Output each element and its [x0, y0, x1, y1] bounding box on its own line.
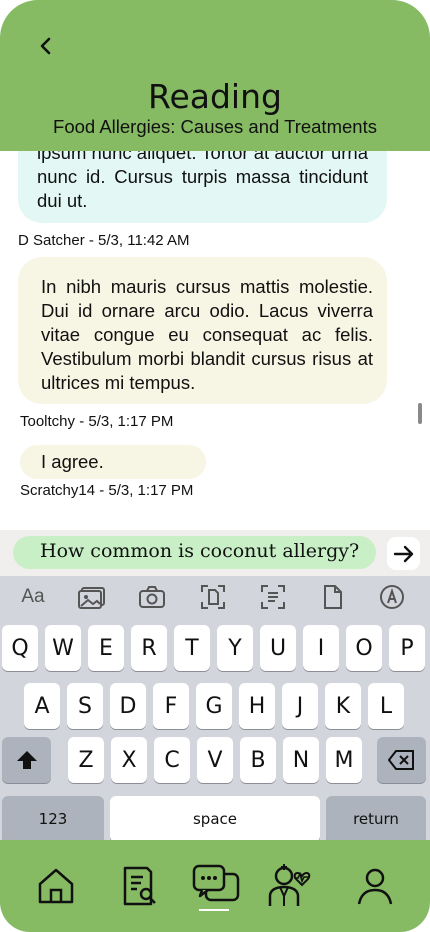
backspace-icon [387, 750, 414, 770]
back-button[interactable] [34, 34, 58, 58]
home-icon [38, 868, 74, 904]
key-z[interactable]: Z [68, 737, 104, 783]
message-bubble: ipsum nunc aliquet. Tortor at auctor urn… [18, 151, 387, 223]
arrow-right-icon [393, 545, 413, 562]
delete-key[interactable] [377, 737, 426, 783]
file-icon[interactable] [318, 584, 348, 610]
shift-icon [16, 751, 37, 769]
page-title: Reading [148, 77, 282, 116]
key-l[interactable]: L [368, 683, 404, 729]
markup-icon[interactable] [377, 584, 407, 610]
key-k[interactable]: K [325, 683, 361, 729]
key-i[interactable]: I [303, 625, 339, 671]
key-r[interactable]: R [131, 625, 167, 671]
shift-key[interactable] [2, 737, 51, 783]
tab-discussion[interactable] [192, 862, 240, 910]
message-bubble: I agree. [20, 445, 206, 479]
chat-thread[interactable]: ipsum nunc aliquet. Tortor at auctor urn… [0, 151, 430, 530]
key-f[interactable]: F [153, 683, 189, 729]
key-s[interactable]: S [67, 683, 103, 729]
tab-home[interactable] [32, 862, 80, 910]
key-e[interactable]: E [88, 625, 124, 671]
document-search-icon [123, 866, 156, 906]
photo-library-icon[interactable] [77, 584, 107, 610]
bottom-tab-bar [0, 840, 430, 932]
key-x[interactable]: X [111, 737, 147, 783]
chevron-left-icon [40, 37, 51, 55]
keyboard-toolbar: Aa [0, 576, 430, 618]
header: Reading Food Allergies: Causes and Treat… [0, 0, 430, 151]
message-meta: D Satcher - 5/3, 11:42 AM [18, 232, 190, 249]
scrollbar[interactable] [418, 403, 422, 424]
chat-icon [192, 864, 240, 902]
key-c[interactable]: C [154, 737, 190, 783]
active-tab-indicator [199, 909, 229, 911]
key-m[interactable]: M [326, 737, 362, 783]
key-n[interactable]: N [283, 737, 319, 783]
text-format-button[interactable]: Aa [18, 584, 48, 610]
key-q[interactable]: Q [2, 625, 38, 671]
tab-profile[interactable] [351, 862, 399, 910]
key-a[interactable]: A [24, 683, 60, 729]
page-subtitle: Food Allergies: Causes and Treatments [53, 116, 377, 137]
return-key[interactable]: return [326, 796, 426, 842]
key-g[interactable]: G [196, 683, 232, 729]
key-d[interactable]: D [110, 683, 146, 729]
key-w[interactable]: W [45, 625, 81, 671]
message-meta: Scratchy14 - 5/3, 1:17 PM [20, 482, 194, 499]
key-o[interactable]: O [346, 625, 382, 671]
key-v[interactable]: V [197, 737, 233, 783]
key-p[interactable]: P [389, 625, 425, 671]
scan-text-icon[interactable] [258, 584, 288, 610]
doctor-icon [268, 864, 311, 906]
tab-reading[interactable] [115, 862, 163, 910]
camera-icon[interactable] [137, 584, 167, 610]
key-b[interactable]: B [240, 737, 276, 783]
compose-bar: How common is coconut allergy? [0, 530, 430, 576]
message-input[interactable]: How common is coconut allergy? [13, 536, 376, 569]
tab-health[interactable] [266, 862, 314, 910]
key-u[interactable]: U [260, 625, 296, 671]
key-t[interactable]: T [174, 625, 210, 671]
key-y[interactable]: Y [217, 625, 253, 671]
message-meta: Tooltchy - 5/3, 1:17 PM [20, 413, 174, 430]
profile-icon [357, 868, 393, 905]
keyboard: Aa QWERTYUIOP ASDFGHJKL ZXCVBNM 123 spac… [0, 576, 430, 842]
message-bubble: In nibh mauris cursus mattis molestie. D… [18, 257, 387, 404]
key-j[interactable]: J [282, 683, 318, 729]
numbers-key[interactable]: 123 [2, 796, 104, 842]
send-button[interactable] [387, 537, 420, 570]
scan-document-icon[interactable] [198, 584, 228, 610]
key-h[interactable]: H [239, 683, 275, 729]
space-key[interactable]: space [110, 796, 320, 842]
